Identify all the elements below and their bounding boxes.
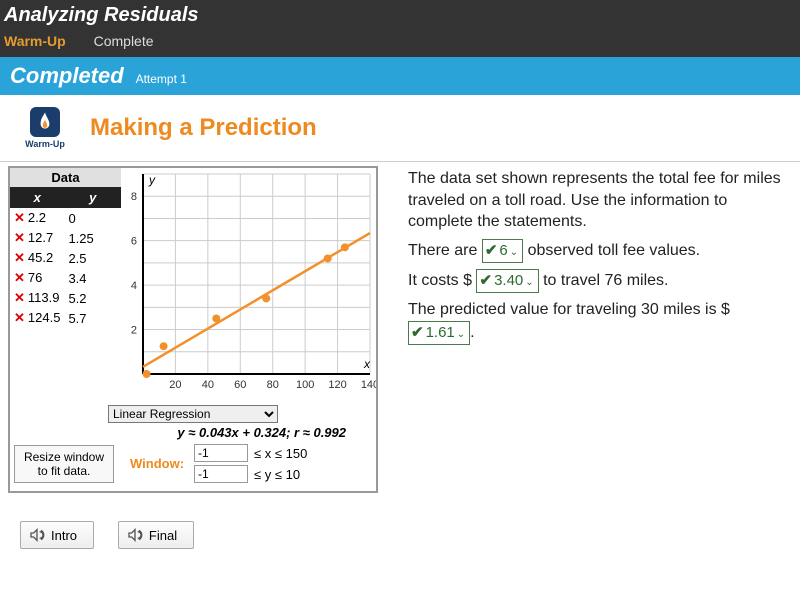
data-table-title: Data — [10, 168, 121, 187]
col-header-y: y — [64, 187, 121, 208]
chart-area: 20 40 60 80 100 120 140 2 4 6 8 x y — [121, 168, 376, 401]
answer-cost76[interactable]: ✔3.40⌄ — [476, 269, 538, 293]
svg-text:x: x — [363, 357, 371, 371]
window-y-range: ≤ y ≤ 10 — [254, 467, 307, 482]
warmup-badge: Warm-Up — [20, 107, 70, 149]
statement-count: There are ✔6⌄ observed toll fee values. — [408, 239, 792, 263]
regression-equation: y ≈ 0.043x + 0.324; r ≈ 0.992 — [14, 425, 346, 440]
scatter-plot: 20 40 60 80 100 120 140 2 4 6 8 x y — [121, 168, 376, 398]
flame-icon — [30, 107, 60, 137]
warmup-badge-label: Warm-Up — [20, 139, 70, 149]
page-title: Analyzing Residuals — [4, 4, 800, 27]
regression-select[interactable]: Linear Regression — [108, 405, 278, 423]
lesson-header: Warm-Up Making a Prediction — [0, 95, 800, 162]
status-attempt: Attempt 1 — [136, 72, 187, 86]
svg-text:2: 2 — [131, 325, 137, 337]
table-row — [10, 328, 121, 347]
left-panel: Data x y ✕2.20✕12.71.25✕45.22.5✕763.4✕11… — [8, 166, 378, 493]
col-header-x: x — [10, 187, 64, 208]
svg-text:140: 140 — [361, 379, 376, 391]
window-xmin-input[interactable] — [194, 444, 248, 462]
svg-text:40: 40 — [202, 379, 214, 391]
resize-window-button[interactable]: Resize window to fit data. — [14, 445, 114, 483]
intro-paragraph: The data set shown represents the total … — [408, 168, 792, 233]
footer: Intro Final — [0, 513, 800, 565]
data-table-wrap: Data x y ✕2.20✕12.71.25✕45.22.5✕763.4✕11… — [10, 168, 121, 401]
window-x-range: ≤ x ≤ 150 — [254, 446, 307, 461]
speaker-icon — [127, 527, 143, 543]
tab-warmup[interactable]: Warm-Up — [4, 33, 66, 49]
table-row: ✕2.20 — [10, 208, 121, 228]
delete-row-icon[interactable]: ✕ — [14, 290, 28, 305]
answer-pred30[interactable]: ✔1.61⌄ — [408, 321, 470, 345]
svg-text:8: 8 — [131, 191, 137, 203]
delete-row-icon[interactable]: ✕ — [14, 310, 28, 325]
content-row: Data x y ✕2.20✕12.71.25✕45.22.5✕763.4✕11… — [0, 162, 800, 513]
delete-row-icon[interactable]: ✕ — [14, 210, 28, 225]
statement-cost76: It costs $ ✔3.40⌄ to travel 76 miles. — [408, 269, 792, 293]
delete-row-icon[interactable]: ✕ — [14, 250, 28, 265]
table-row: ✕45.22.5 — [10, 248, 121, 268]
statement-pred30: The predicted value for traveling 30 mil… — [408, 299, 792, 345]
svg-text:y: y — [148, 173, 156, 187]
tab-complete[interactable]: Complete — [94, 33, 154, 49]
status-bar: Completed Attempt 1 — [0, 57, 800, 95]
svg-text:6: 6 — [131, 236, 137, 248]
lesson-title: Making a Prediction — [90, 114, 317, 142]
window-ymin-input[interactable] — [194, 465, 248, 483]
intro-audio-button[interactable]: Intro — [20, 521, 94, 549]
delete-row-icon[interactable]: ✕ — [14, 230, 28, 245]
table-row: ✕113.95.2 — [10, 288, 121, 308]
speaker-icon — [29, 527, 45, 543]
data-table: x y ✕2.20✕12.71.25✕45.22.5✕763.4✕113.95.… — [10, 187, 121, 347]
table-row: ✕763.4 — [10, 268, 121, 288]
status-label: Completed — [10, 63, 124, 88]
delete-row-icon[interactable]: ✕ — [14, 270, 28, 285]
svg-text:20: 20 — [169, 379, 181, 391]
table-row: ✕12.71.25 — [10, 228, 121, 248]
final-audio-button[interactable]: Final — [118, 521, 194, 549]
app-header: Analyzing Residuals Warm-Up Complete — [0, 0, 800, 57]
header-tabs: Warm-Up Complete — [4, 33, 800, 49]
right-panel: The data set shown represents the total … — [408, 166, 792, 493]
svg-text:60: 60 — [234, 379, 246, 391]
svg-text:100: 100 — [296, 379, 314, 391]
svg-text:120: 120 — [328, 379, 346, 391]
svg-text:4: 4 — [131, 280, 137, 292]
svg-text:80: 80 — [267, 379, 279, 391]
window-label: Window: — [130, 456, 184, 471]
table-row: ✕124.55.7 — [10, 308, 121, 328]
answer-count[interactable]: ✔6⌄ — [482, 239, 523, 263]
